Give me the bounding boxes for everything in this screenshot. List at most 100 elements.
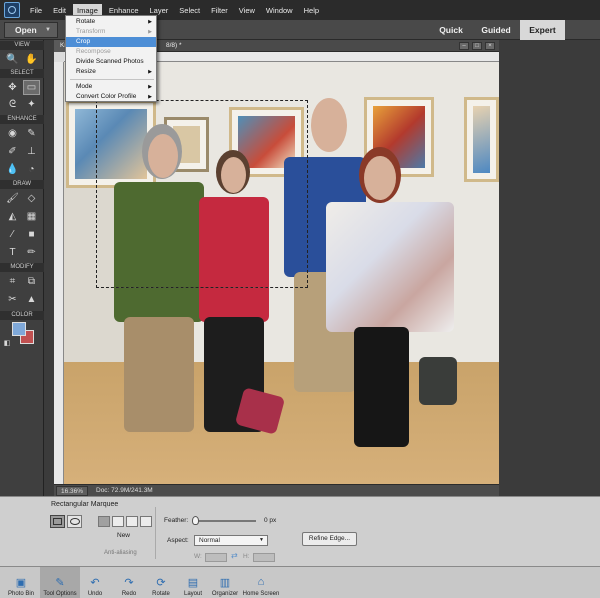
- paint-bucket-tool-icon[interactable]: ◭: [4, 209, 21, 224]
- menu-item-label: Recompose: [76, 48, 111, 55]
- hand-tool-icon[interactable]: ✋: [23, 52, 40, 67]
- aspect-value: Normal: [199, 537, 220, 544]
- menu-item-resize[interactable]: Resize ▶: [66, 67, 156, 77]
- undo-button[interactable]: ↶ Undo: [82, 567, 108, 598]
- type-tool-icon[interactable]: T: [4, 245, 21, 260]
- tab-guided[interactable]: Guided: [474, 20, 518, 40]
- menu-select[interactable]: Select: [175, 4, 204, 17]
- content-aware-move-tool-icon[interactable]: ✂: [4, 292, 21, 307]
- menu-item-divide-scanned-photos[interactable]: Divide Scanned Photos: [66, 57, 156, 67]
- submenu-arrow-icon: ▶: [148, 29, 152, 35]
- tab-expert[interactable]: Expert: [520, 20, 565, 40]
- rectangular-marquee-tool-icon[interactable]: ▭: [23, 80, 40, 95]
- clone-stamp-tool-icon[interactable]: ⊥: [23, 144, 40, 159]
- height-field: [253, 553, 275, 562]
- menu-item-label: Mode: [76, 83, 93, 90]
- antialiasing-option[interactable]: Anti-aliasing: [104, 550, 137, 556]
- image-menu-dropdown: Rotate ▶ Transform ▶ Crop Recompose Divide…: [65, 15, 157, 102]
- layout-button[interactable]: ▤ Layout: [180, 567, 206, 598]
- smart-brush-tool-icon[interactable]: ✐: [4, 144, 21, 159]
- rectangle-marquee-icon[interactable]: [50, 515, 65, 528]
- minimize-icon[interactable]: –: [459, 42, 469, 50]
- section-draw: DRAW: [0, 180, 44, 189]
- photo-bin-button[interactable]: ▣ Photo Bin: [4, 567, 38, 598]
- subtract-selection-icon[interactable]: [126, 516, 138, 527]
- menu-filter[interactable]: Filter: [207, 4, 232, 17]
- eyedropper-tool-icon[interactable]: ⁄: [4, 227, 21, 242]
- add-selection-icon[interactable]: [112, 516, 124, 527]
- rotate-button[interactable]: ⟳ Rotate: [148, 567, 174, 598]
- gradient-tool-icon[interactable]: ▦: [23, 209, 40, 224]
- blur-tool-icon[interactable]: 💧: [4, 162, 21, 177]
- default-colors-icon[interactable]: ◧: [2, 338, 12, 348]
- straighten-tool-icon[interactable]: ▲: [23, 292, 40, 307]
- shape-tool-icon[interactable]: ■: [23, 227, 40, 242]
- section-view: VIEW: [0, 41, 44, 50]
- person-patterned-jacket: [326, 202, 454, 332]
- layout-icon: ▤: [187, 576, 199, 589]
- menu-item-label: Resize: [76, 68, 96, 75]
- home-screen-button[interactable]: ⌂ Home Screen: [241, 567, 281, 598]
- menu-item-mode[interactable]: Mode ▶: [66, 82, 156, 92]
- intersect-selection-icon[interactable]: [140, 516, 152, 527]
- document-title: 8/8) *: [166, 42, 182, 49]
- tool-options-button[interactable]: ✎ Tool Options: [40, 567, 80, 598]
- undo-label: Undo: [87, 591, 103, 597]
- selection-mode-group: [98, 516, 152, 527]
- aspect-select[interactable]: Normal ▼: [194, 535, 268, 546]
- menu-item-label: Convert Color Profile: [76, 93, 137, 100]
- organizer-button[interactable]: ▥ Organizer: [210, 567, 240, 598]
- maximize-icon[interactable]: □: [472, 42, 482, 50]
- menu-item-convert-color-profile[interactable]: Convert Color Profile ▶: [66, 92, 156, 102]
- tools-panel: VIEW 🔍 ✋ SELECT ✥ ▭ ᘓ ✦ ENHANCE ◉ ✎ ✐ ⊥ …: [0, 40, 44, 496]
- move-tool-icon[interactable]: ✥: [4, 80, 21, 95]
- ellipse-marquee-icon[interactable]: [67, 515, 82, 528]
- foreground-color-swatch[interactable]: [12, 322, 26, 336]
- marquee-selection[interactable]: [96, 100, 308, 288]
- menu-item-label: Divide Scanned Photos: [76, 58, 144, 65]
- width-label: W:: [194, 553, 202, 560]
- home-icon: ⌂: [257, 576, 265, 588]
- sponge-tool-icon[interactable]: ◔: [23, 162, 40, 177]
- section-enhance: ENHANCE: [0, 115, 44, 124]
- feather-slider-thumb[interactable]: [192, 516, 199, 525]
- zoom-field[interactable]: 16.36%: [56, 485, 88, 496]
- rotate-icon: ⟳: [156, 576, 166, 589]
- tab-quick[interactable]: Quick: [430, 20, 472, 40]
- person-black-pants: [354, 327, 409, 447]
- refine-edge-button[interactable]: Refine Edge...: [302, 532, 357, 546]
- close-icon[interactable]: ×: [485, 42, 495, 50]
- menu-view[interactable]: View: [235, 4, 259, 17]
- home-screen-label: Home Screen: [242, 591, 280, 597]
- crop-tool-icon[interactable]: ⌗: [4, 274, 21, 289]
- feather-slider-track[interactable]: [196, 520, 256, 522]
- redo-button[interactable]: ↷ Redo: [116, 567, 142, 598]
- menu-item-crop[interactable]: Crop: [66, 37, 156, 47]
- menu-help[interactable]: Help: [300, 4, 323, 17]
- open-button[interactable]: Open ▼: [4, 22, 58, 38]
- photo-canvas[interactable]: [64, 62, 499, 484]
- brush-tool-icon[interactable]: 🖌: [4, 191, 21, 206]
- eye-tool-icon[interactable]: ◉: [4, 126, 21, 141]
- person-khaki-pants: [124, 317, 194, 432]
- chevron-down-icon: ▼: [45, 27, 51, 33]
- menu-item-rotate[interactable]: Rotate ▶: [66, 17, 156, 27]
- pencil-tool-icon[interactable]: ✏: [23, 245, 40, 260]
- menu-separator: [70, 79, 154, 80]
- open-button-label: Open: [15, 25, 37, 35]
- zoom-tool-icon[interactable]: 🔍: [4, 52, 21, 67]
- redo-icon: ↷: [124, 576, 134, 589]
- document-info: Doc: 72.9M/241.3M: [96, 487, 153, 494]
- menu-item-recompose: Recompose: [66, 47, 156, 57]
- menu-window[interactable]: Window: [262, 4, 297, 17]
- lasso-tool-icon[interactable]: ᘓ: [4, 97, 21, 112]
- menu-file[interactable]: File: [26, 4, 46, 17]
- menu-item-label: Rotate: [76, 18, 96, 25]
- magic-wand-tool-icon[interactable]: ✦: [23, 97, 40, 112]
- new-selection-icon[interactable]: [98, 516, 110, 527]
- eraser-tool-icon[interactable]: ◇: [23, 191, 40, 206]
- recompose-tool-icon[interactable]: ⧉: [23, 274, 40, 289]
- aspect-label: Aspect:: [167, 537, 189, 544]
- organizer-label: Organizer: [211, 591, 239, 597]
- spot-healing-tool-icon[interactable]: ✎: [23, 126, 40, 141]
